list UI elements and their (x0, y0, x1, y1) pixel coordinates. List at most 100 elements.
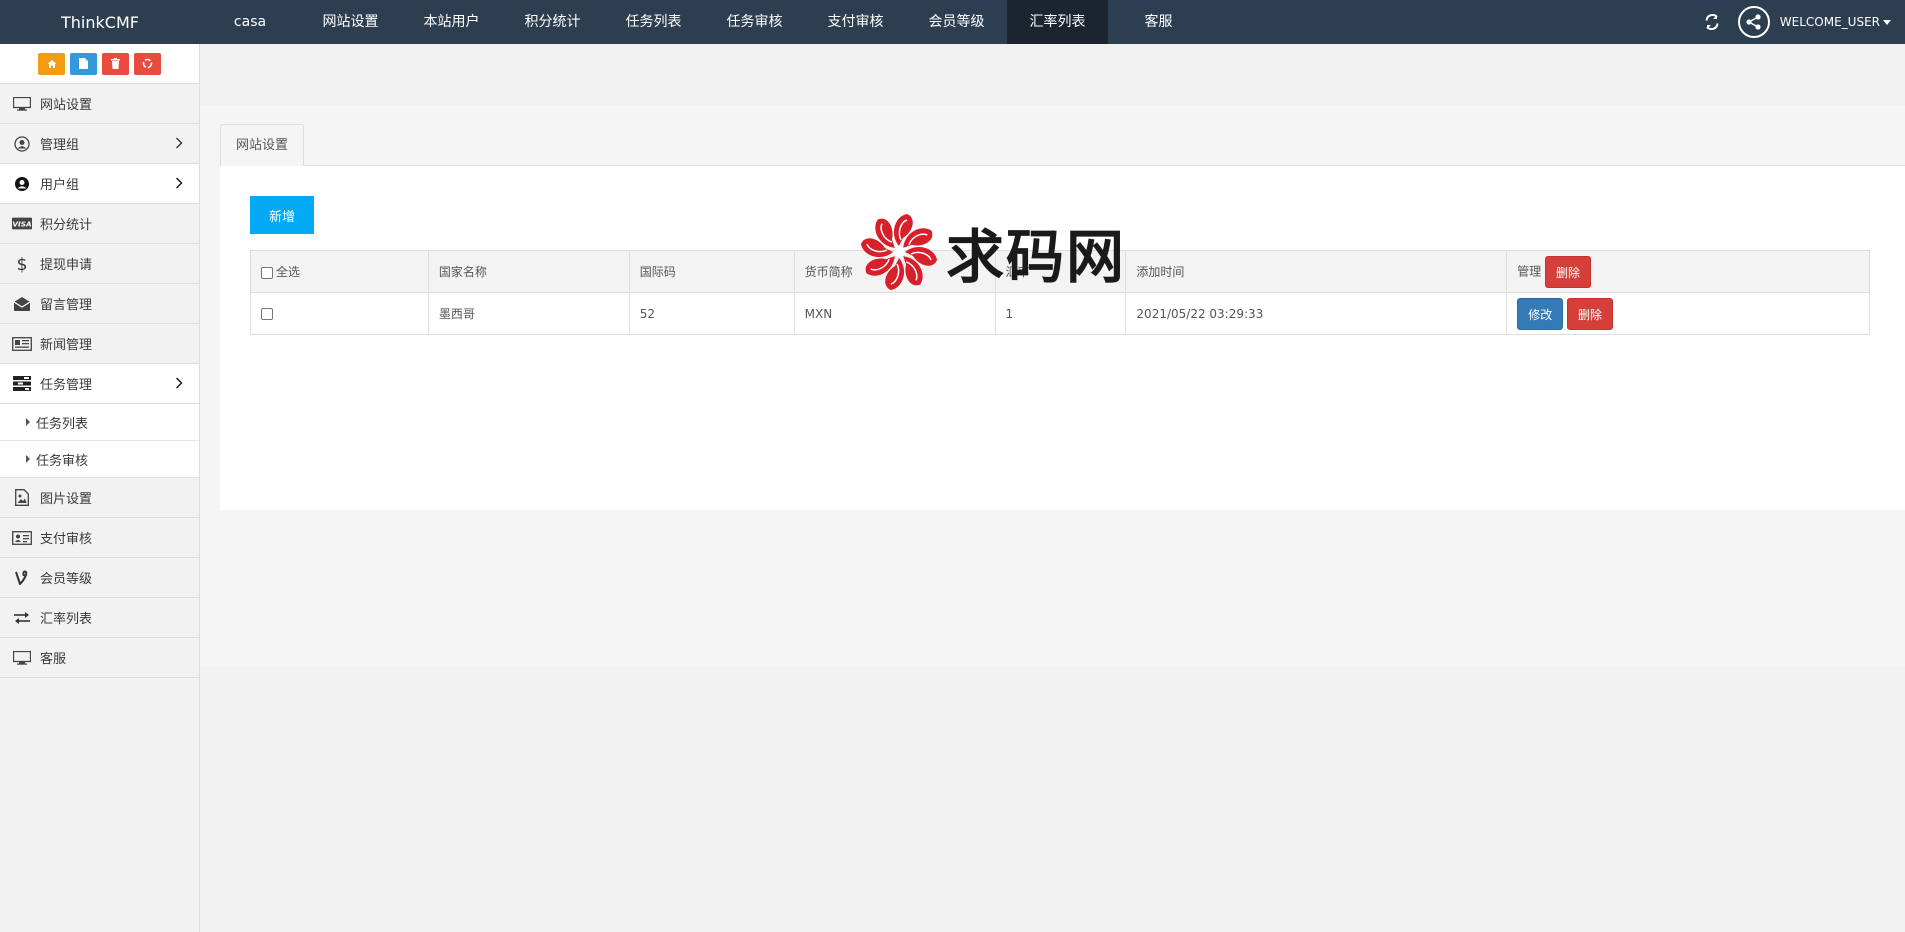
desktop-icon (12, 649, 32, 667)
sidebar-subitem-task-review[interactable]: 任务审核 (0, 441, 199, 478)
row-checkbox[interactable] (261, 308, 273, 320)
share-avatar-icon (1737, 6, 1770, 38)
trash-shortcut-button[interactable] (102, 52, 129, 75)
recycle-shortcut-button[interactable] (134, 52, 161, 75)
brand-logo[interactable]: ThinkCMF (0, 13, 200, 32)
sidebar-item-label: 汇率列表 (40, 612, 93, 627)
sidebar-item-label: 支付审核 (40, 532, 93, 547)
topnav-casa[interactable]: casa (200, 0, 300, 44)
sidebar-item-label: 网站设置 (40, 98, 93, 113)
time-cell: 2021/05/22 03:29:33 (1125, 292, 1508, 335)
sidebar-item-customer-service[interactable]: 客服 (0, 638, 199, 678)
tasks-icon (12, 375, 32, 393)
row-checkbox-cell (250, 292, 429, 335)
sidebar-item-label: 管理组 (40, 138, 80, 153)
topnav-site-settings[interactable]: 网站设置 (300, 0, 401, 44)
image-file-icon (12, 489, 32, 507)
topnav-payment-review[interactable]: 支付审核 (805, 0, 906, 44)
newspaper-icon (12, 335, 32, 353)
sidebar-item-label: 会员等级 (40, 572, 93, 587)
flower-logo-icon (860, 214, 938, 291)
sidebar-item-label: 提现申请 (40, 258, 93, 273)
sidebar-item-label: 用户组 (40, 178, 80, 193)
sidebar-item-user-group[interactable]: 用户组 (0, 164, 199, 204)
sidebar-item-admin-group[interactable]: 管理组 (0, 124, 199, 164)
sidebar-item-messages[interactable]: 留言管理 (0, 284, 199, 324)
caret-down-icon (1883, 19, 1891, 25)
add-button[interactable]: 新增 (250, 196, 314, 234)
visa-card-icon: VISA (12, 215, 32, 233)
user-menu[interactable]: WELCOME_USER (1730, 0, 1905, 44)
sidebar-item-label: 积分统计 (40, 218, 93, 233)
bulk-delete-button[interactable]: 删除 (1545, 255, 1592, 288)
exchange-arrows-icon (12, 609, 32, 627)
vine-icon (12, 569, 32, 587)
user-circle-icon (12, 135, 32, 153)
manage-label: 管理 (1517, 264, 1542, 278)
desktop-icon (12, 95, 32, 113)
time-header: 添加时间 (1125, 250, 1508, 293)
topnav-users[interactable]: 本站用户 (401, 0, 502, 44)
topnav-customer-service[interactable]: 客服 (1108, 0, 1209, 44)
select-all-label: 全选 (276, 265, 301, 279)
sidebar-item-exchange-rates[interactable]: 汇率列表 (0, 598, 199, 638)
topnav-points[interactable]: 积分统计 (502, 0, 603, 44)
code-cell: 52 (628, 292, 795, 335)
topnav-exchange-rates[interactable]: 汇率列表 (1007, 0, 1108, 44)
sidebar: 网站设置 管理组 用户组 VISA 积分统计 $ 提现申请 留言管理 新闻管理 … (0, 44, 200, 932)
caret-right-icon (26, 418, 30, 426)
tab-site-settings[interactable]: 网站设置 (220, 124, 305, 166)
delete-button[interactable]: 删除 (1567, 297, 1614, 330)
sidebar-item-points[interactable]: VISA 积分统计 (0, 204, 199, 244)
id-card-icon (12, 529, 32, 547)
table-row: 墨西哥 52 MXN 1 2021/05/22 03:29:33 修改 删除 (250, 292, 1870, 335)
sidebar-item-image-settings[interactable]: 图片设置 (0, 478, 199, 518)
code-header: 国际码 (628, 250, 795, 293)
chevron-right-icon (175, 137, 183, 153)
sidebar-item-payment-review[interactable]: 支付审核 (0, 518, 199, 558)
tab-strip: 网站设置 (220, 124, 1905, 166)
actions-cell: 修改 删除 (1506, 292, 1870, 335)
main-content: 网站设置 新增 全选 国家名称 国际码 货币简称 汇率 添加时间 管理 删除 墨… (200, 44, 1905, 932)
sidebar-item-label: 留言管理 (40, 298, 93, 313)
sidebar-item-task-management[interactable]: 任务管理 (0, 364, 199, 404)
topnav-task-review[interactable]: 任务审核 (704, 0, 805, 44)
rate-cell: 1 (994, 292, 1127, 335)
sidebar-shortcuts (0, 44, 199, 84)
user-circle-icon (12, 175, 32, 193)
caret-right-icon (26, 455, 30, 463)
country-header: 国家名称 (427, 250, 630, 293)
chevron-right-icon (175, 177, 183, 193)
home-shortcut-button[interactable] (38, 52, 65, 75)
topbar-right: WELCOME_USER (1694, 0, 1905, 44)
currency-cell: MXN (793, 292, 996, 335)
manage-header: 管理 删除 (1506, 250, 1870, 293)
sidebar-subitem-task-list[interactable]: 任务列表 (0, 404, 199, 441)
topnav-task-list[interactable]: 任务列表 (603, 0, 704, 44)
chevron-right-icon (175, 377, 183, 393)
sidebar-item-withdraw[interactable]: $ 提现申请 (0, 244, 199, 284)
sidebar-subitem-label: 任务列表 (36, 416, 89, 432)
content-panel: 网站设置 新增 全选 国家名称 国际码 货币简称 汇率 添加时间 管理 删除 墨… (200, 105, 1905, 667)
sidebar-item-news[interactable]: 新闻管理 (0, 324, 199, 364)
refresh-icon[interactable] (1694, 0, 1730, 44)
svg-text:$: $ (17, 255, 28, 273)
welcome-user-label: WELCOME_USER (1779, 15, 1880, 29)
sidebar-item-label: 图片设置 (40, 492, 93, 507)
country-cell: 墨西哥 (427, 292, 630, 335)
file-shortcut-button[interactable] (70, 52, 97, 75)
dollar-icon: $ (12, 255, 32, 273)
sidebar-item-label: 客服 (40, 652, 67, 667)
sidebar-item-label: 任务管理 (40, 378, 93, 393)
watermark: 求码网 (858, 210, 1126, 294)
envelope-open-icon (12, 295, 32, 313)
edit-button[interactable]: 修改 (1517, 297, 1564, 330)
watermark-text: 求码网 (946, 223, 1127, 291)
top-nav-menu: casa 网站设置 本站用户 积分统计 任务列表 任务审核 支付审核 会员等级 … (200, 0, 1209, 44)
select-all-checkbox[interactable] (261, 266, 273, 279)
sidebar-item-site-settings[interactable]: 网站设置 (0, 84, 199, 124)
svg-text:VISA: VISA (12, 220, 32, 229)
top-navbar: ThinkCMF casa 网站设置 本站用户 积分统计 任务列表 任务审核 支… (0, 0, 1905, 44)
sidebar-item-member-level[interactable]: 会员等级 (0, 558, 199, 598)
topnav-member-level[interactable]: 会员等级 (906, 0, 1007, 44)
